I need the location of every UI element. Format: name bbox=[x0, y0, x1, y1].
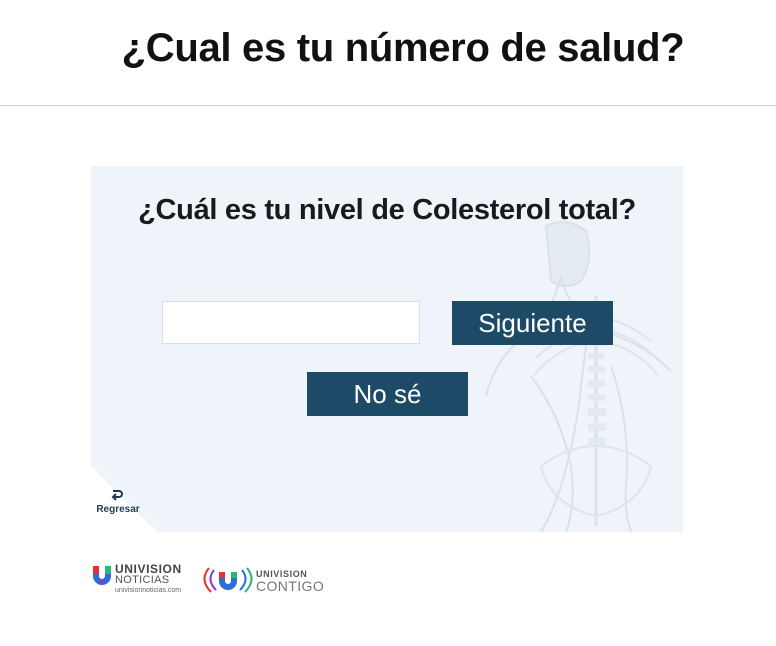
cholesterol-input[interactable] bbox=[162, 301, 420, 344]
dont-know-button[interactable]: No sé bbox=[307, 372, 468, 416]
header-divider bbox=[0, 105, 776, 106]
univision-u-icon bbox=[93, 566, 111, 585]
noticias-text: NOTICIAS bbox=[115, 574, 170, 586]
next-button[interactable]: Siguiente bbox=[452, 301, 613, 345]
back-arrow-icon bbox=[111, 490, 123, 501]
contigo-heart-icon bbox=[203, 567, 253, 593]
back-label: Regresar bbox=[96, 504, 140, 515]
question-text: ¿Cuál es tu nivel de Colesterol total? bbox=[138, 194, 636, 226]
univision-noticias-logo: UNIVISION NOTICIAS univisionnoticias.com bbox=[91, 560, 201, 600]
back-button[interactable]: Regresar bbox=[91, 482, 141, 532]
page-title: ¿Cual es tu número de salud? bbox=[121, 26, 685, 70]
univision-contigo-logo: UNIVISION CONTIGO bbox=[201, 562, 331, 598]
contigo-text: CONTIGO bbox=[256, 578, 325, 594]
quiz-card: ¿Cuál es tu nivel de Colesterol total? S… bbox=[91, 166, 683, 532]
footer-logos: UNIVISION NOTICIAS univisionnoticias.com… bbox=[91, 560, 331, 600]
univisionnoticias-url: univisionnoticias.com bbox=[115, 587, 182, 594]
